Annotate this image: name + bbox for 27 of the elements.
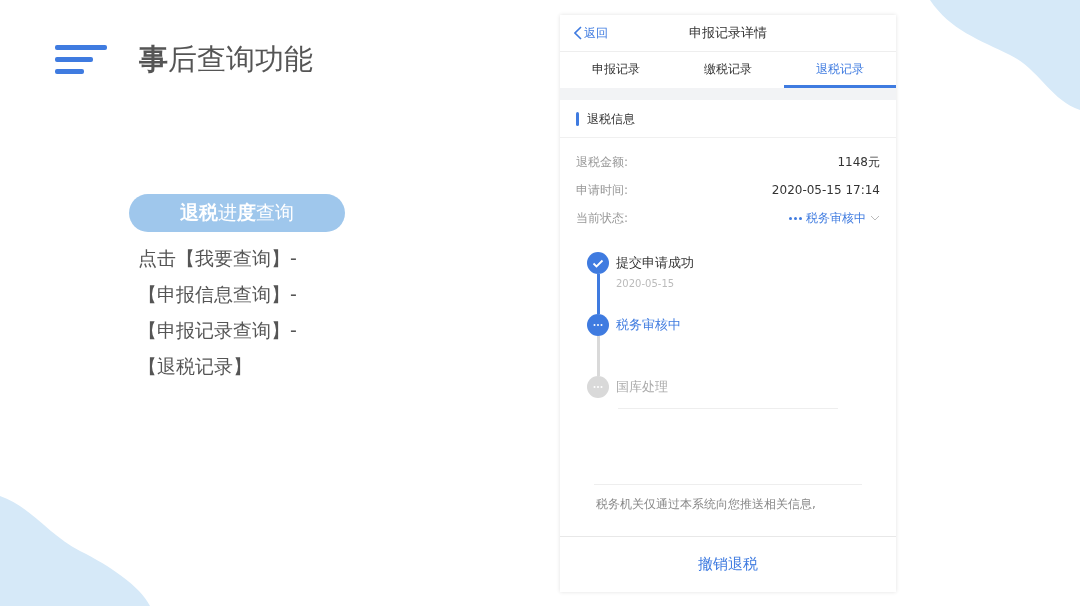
section-pill: 退税进度查询 <box>129 193 345 232</box>
field-value: 1148元 <box>837 154 880 171</box>
notice-text: 税务机关仅通过本系统向您推送相关信息, <box>595 496 817 513</box>
screen-title: 申报记录详情 <box>689 24 767 43</box>
cancel-refund-button[interactable]: 撤销退税 <box>690 549 766 580</box>
field-label: 当前状态: <box>576 210 629 227</box>
record-tab[interactable]: 申报记录 <box>560 52 672 88</box>
step-date: 2020-05-15 <box>616 277 676 291</box>
back-icon <box>574 26 582 40</box>
more-icon <box>789 216 802 220</box>
chevron-down-icon[interactable] <box>870 215 880 221</box>
slide-title: 事后查询功能 <box>139 41 313 78</box>
timeline-step: 国库处理 <box>616 376 668 398</box>
record-tab[interactable]: 缴税记录 <box>672 52 784 88</box>
back-button[interactable]: 返回 <box>574 24 608 42</box>
menu-icon <box>55 44 107 75</box>
field-value: 税务审核中 <box>806 210 866 227</box>
timeline-step: 提交申请成功 <box>616 252 694 274</box>
field-label: 退税金额: <box>576 154 629 171</box>
instruction-text: 【申报记录查询】- <box>138 317 298 343</box>
field-value: 2020-05-15 17:14 <box>771 182 880 199</box>
field-label: 申请时间: <box>576 182 629 199</box>
instruction-text: 【申报信息查询】- <box>138 281 298 307</box>
section-title: 退税信息 <box>587 110 635 128</box>
instruction-text: 【退税记录】 <box>138 353 253 379</box>
timeline-step: 税务审核中 <box>616 314 681 336</box>
instruction-text: 点击【我要查询】- <box>138 245 298 271</box>
